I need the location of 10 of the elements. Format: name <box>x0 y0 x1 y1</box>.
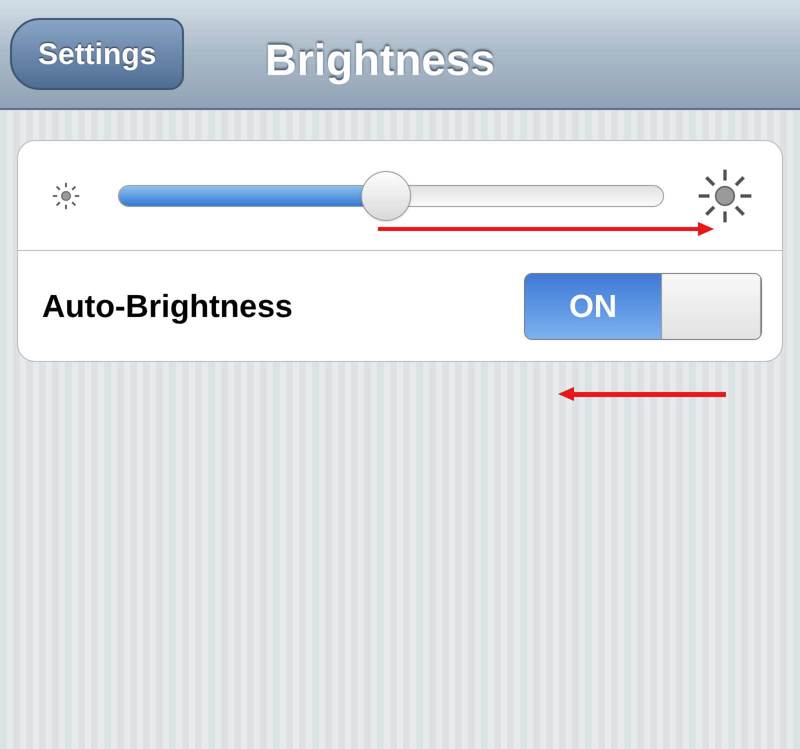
auto-brightness-label: Auto-Brightness <box>42 287 293 326</box>
switch-knob[interactable] <box>661 274 761 338</box>
screen-title: Brightness <box>265 35 495 87</box>
switch-text: ON <box>525 274 661 338</box>
auto-brightness-switch[interactable]: ON <box>524 272 762 340</box>
slider-thumb[interactable] <box>360 170 411 220</box>
back-button[interactable]: Settings <box>10 18 184 90</box>
brightness-slider[interactable] <box>118 170 664 222</box>
arrow-icon <box>378 221 714 237</box>
arrow-icon <box>558 386 726 402</box>
